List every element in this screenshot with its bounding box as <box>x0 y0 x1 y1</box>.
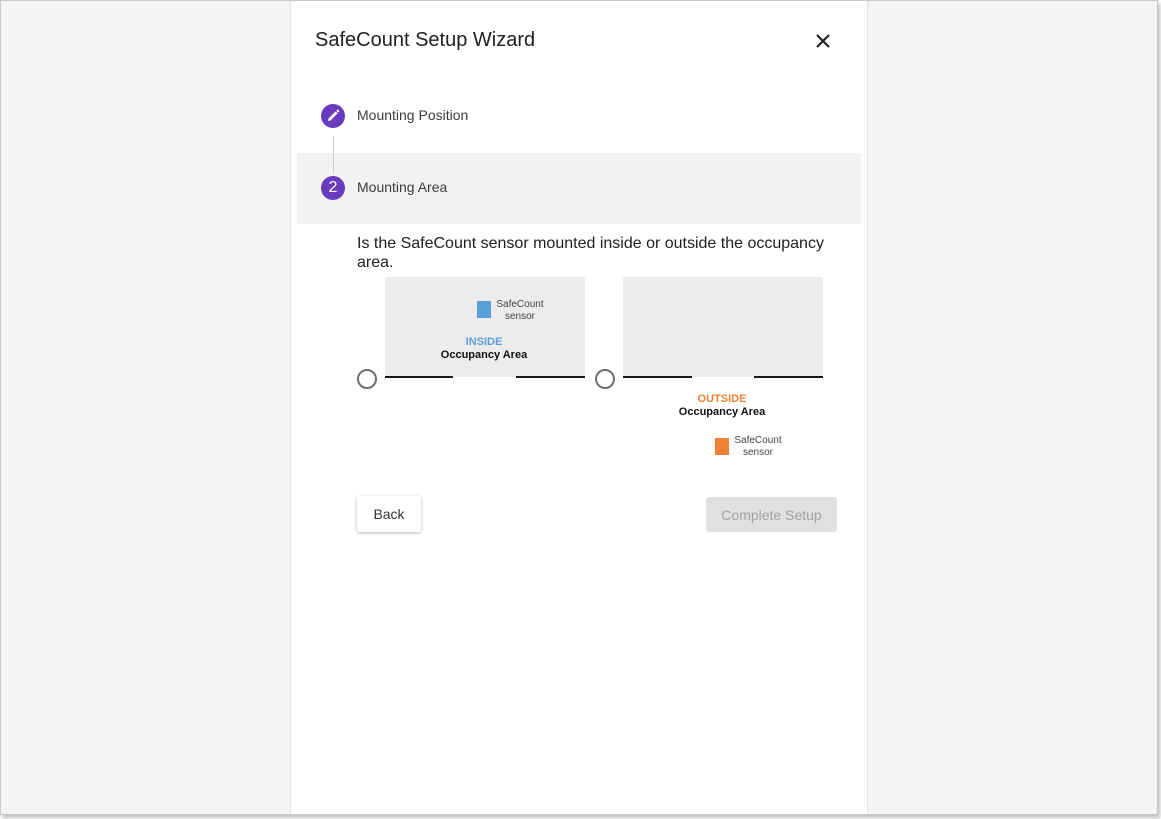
pencil-icon <box>328 109 340 121</box>
sensor-label: SafeCount sensor <box>731 435 785 459</box>
sensor-label-line1: SafeCount <box>734 435 782 446</box>
mounting-question: Is the SafeCount sensor mounted inside o… <box>357 235 824 271</box>
sensor-label: SafeCount sensor <box>493 299 547 323</box>
outside-tag: OUTSIDE <box>697 393 747 405</box>
back-button[interactable]: Back <box>357 496 421 532</box>
complete-setup-button[interactable]: Complete Setup <box>706 497 837 532</box>
screen-background: SafeCount Setup Wizard Mounting Position… <box>0 0 1158 815</box>
occupancy-area-label: Occupancy Area <box>440 349 528 361</box>
step-mounting-position[interactable]: Mounting Position <box>297 81 861 152</box>
step-label: Mounting Position <box>357 107 469 123</box>
step-completed-indicator <box>321 104 345 128</box>
outside-radio-button[interactable] <box>595 369 615 389</box>
inside-diagram[interactable]: SafeCount sensor INSIDE Occupancy Area <box>385 277 585 477</box>
wall-left <box>623 376 692 378</box>
step-connector-line <box>333 136 334 174</box>
sensor-label-line1: SafeCount <box>496 299 544 310</box>
inside-radio-button[interactable] <box>357 369 377 389</box>
wall-left <box>385 376 453 378</box>
close-button[interactable] <box>809 27 837 55</box>
occupancy-area-shape <box>385 277 585 377</box>
outside-diagram[interactable]: OUTSIDE Occupancy Area SafeCount sensor <box>623 277 823 477</box>
sensor-label-line2: sensor <box>504 311 535 322</box>
sensor-marker <box>715 438 729 455</box>
sensor-label-line2: sensor <box>742 447 773 458</box>
setup-wizard-dialog: SafeCount Setup Wizard Mounting Position… <box>290 1 868 814</box>
wall-right <box>754 376 823 378</box>
dialog-title: SafeCount Setup Wizard <box>315 29 536 51</box>
occupancy-area-label: Occupancy Area <box>678 406 766 418</box>
step-label: Mounting Area <box>357 179 448 195</box>
sensor-marker <box>477 301 491 318</box>
step-number-indicator: 2 <box>321 176 345 200</box>
wall-right <box>516 376 585 378</box>
step-mounting-area[interactable]: 2 Mounting Area <box>297 153 861 224</box>
inside-tag: INSIDE <box>465 336 503 348</box>
close-icon <box>816 34 830 48</box>
occupancy-area-shape <box>623 277 823 377</box>
